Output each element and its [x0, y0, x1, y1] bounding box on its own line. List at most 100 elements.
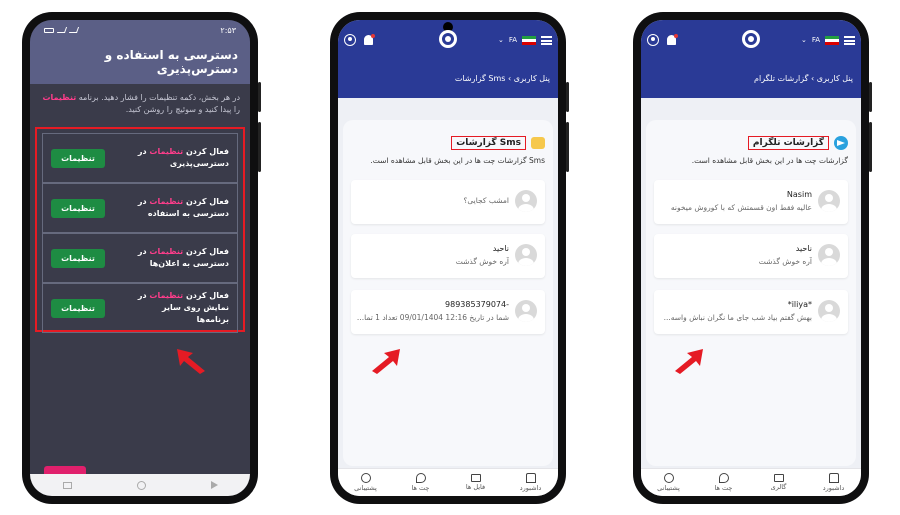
message-preview: بهش گفتم بیاد شب جای ما نگران نباش واسه.…: [663, 313, 812, 322]
volume-button: [566, 82, 569, 112]
folder-icon: [773, 474, 784, 482]
help-icon: [663, 473, 674, 483]
permission-row-usage: تنظیمات فعال کردن تنظیمات در دسترسی به ا…: [42, 183, 238, 233]
status-time: ۲:۵۳: [220, 25, 236, 35]
home-icon[interactable]: [136, 480, 146, 490]
permissions-screen: ۲:۵۳ دسترسی به استفاده و دسترس‌پذیری در …: [30, 20, 250, 496]
card-description: گزارشات چت ها در این بخش قابل مشاهده است…: [691, 156, 848, 165]
user-icon[interactable]: [647, 34, 659, 46]
volume-button: [869, 82, 872, 112]
list-item[interactable]: امشب کجایی؟: [351, 180, 545, 224]
nav-dashboard[interactable]: داشبورد: [811, 473, 857, 492]
chat-icon: [531, 137, 545, 149]
language-label[interactable]: FA: [509, 36, 517, 44]
avatar: [818, 300, 840, 322]
nav-support[interactable]: پشتیبانی: [646, 473, 692, 492]
avatar: [515, 190, 537, 212]
power-button: [869, 122, 872, 172]
avatar: [818, 244, 840, 266]
recents-icon[interactable]: [62, 481, 72, 489]
phone-sms-reports: ⌄ FA پنل کاربری › Sms گزارشات Sms گزارشا…: [330, 12, 569, 504]
help-icon: [360, 473, 371, 483]
sms-reports-screen: ⌄ FA پنل کاربری › Sms گزارشات Sms گزارشا…: [338, 20, 558, 496]
settings-button[interactable]: تنظیمات: [51, 148, 105, 168]
nav-support[interactable]: پشتیبانی: [343, 473, 389, 492]
status-bar: ۲:۵۳: [30, 20, 250, 40]
app-header: ⌄ FA پنل کاربری › گزارشات تلگرام: [641, 20, 861, 98]
message-preview: آره خوش گذشت: [758, 257, 812, 266]
app-header: ⌄ FA پنل کاربری › Sms گزارشات: [338, 20, 558, 98]
message-preview: امشب کجایی؟: [463, 196, 509, 205]
instructions-text-end: را پیدا کنید و سوئیچ را روشن کنید.: [125, 105, 240, 114]
page-header: دسترسی به استفاده و دسترس‌پذیری: [30, 40, 250, 84]
chevron-down-icon[interactable]: ⌄: [498, 36, 504, 44]
phone-telegram-reports: ⌄ FA پنل کاربری › گزارشات تلگرام گزارشات…: [633, 12, 872, 504]
list-item[interactable]: ناحید آره خوش گذشت: [654, 234, 848, 278]
list-item[interactable]: Nasim عالیه فقط اون قسمتش که با کوروش می…: [654, 180, 848, 224]
pointer-arrow-icon: [177, 349, 205, 374]
permission-label: فعال کردن تنظیمات در دسترسی به استفاده: [137, 197, 229, 218]
iran-flag-icon[interactable]: [522, 35, 536, 45]
user-icon[interactable]: [344, 34, 356, 46]
iran-flag-icon[interactable]: [825, 35, 839, 45]
volume-button: [258, 82, 261, 112]
language-label[interactable]: FA: [812, 36, 820, 44]
avatar: [515, 300, 537, 322]
settings-button[interactable]: تنظیمات: [51, 198, 105, 218]
list-item[interactable]: ناحید آره خوش گذشت: [351, 234, 545, 278]
permission-label: فعال کردن تنظیمات در دسترسی به اعلان‌ها: [137, 247, 229, 268]
permission-label: فعال کردن تنظیمات در دسترسی‌پذیری: [137, 147, 229, 168]
wifi-icon: [68, 27, 80, 33]
instructions-text: در هر بخش، دکمه تنظیمات را فشار دهید. بر…: [78, 93, 240, 102]
pointer-arrow-icon: [675, 349, 703, 374]
pointer-arrow-icon: [372, 349, 400, 374]
permission-row-accessibility: تنظیمات فعال کردن تنظیمات در دسترسی‌پذیر…: [42, 133, 238, 183]
instructions-highlight: تنظیمات: [42, 93, 77, 102]
bottom-nav: پشتیبانی چت ها فایل ها داشبورد: [338, 468, 558, 496]
permission-row-notifications: تنظیمات فعال کردن تنظیمات در دسترسی به ا…: [42, 233, 238, 283]
settings-button[interactable]: تنظیمات: [51, 248, 105, 268]
contact-name: 989385379074-: [445, 300, 509, 309]
back-icon[interactable]: [210, 481, 218, 489]
nav-dashboard[interactable]: داشبورد: [508, 473, 554, 492]
breadcrumb[interactable]: پنل کاربری › Sms گزارشات: [338, 74, 558, 83]
message-preview: شما در تاریخ 12:16 09/01/1404 تعداد 1 تم…: [356, 313, 509, 322]
nav-files[interactable]: فایل ها: [453, 474, 499, 491]
avatar: [515, 244, 537, 266]
contact-name: ناحید: [795, 244, 812, 253]
settings-button[interactable]: تنظیمات: [51, 298, 105, 318]
nav-chats[interactable]: چت ها: [398, 473, 444, 492]
bell-icon[interactable]: [364, 34, 375, 45]
message-preview: آره خوش گذشت: [455, 257, 509, 266]
card-title: گزارشات تلگرام: [747, 136, 829, 150]
contact-name: ناحید: [492, 244, 509, 253]
card-title: Sms گزارشات: [451, 136, 526, 150]
avatar: [818, 190, 840, 212]
permission-label: فعال کردن تنظیمات در نمایش روی سایر برنا…: [137, 291, 229, 324]
signal-icon: [56, 27, 68, 33]
power-button: [566, 122, 569, 172]
chevron-down-icon[interactable]: ⌄: [801, 36, 807, 44]
menu-icon[interactable]: [541, 35, 552, 45]
list-item[interactable]: 989385379074- شما در تاریخ 12:16 09/01/1…: [351, 290, 545, 334]
power-button: [258, 122, 261, 172]
system-nav-bar: [30, 474, 250, 496]
card-description: Sms گزارشات چت ها در این بخش قابل مشاهده…: [370, 156, 545, 165]
nav-chats[interactable]: چت ها: [701, 473, 747, 492]
menu-icon[interactable]: [844, 35, 855, 45]
app-logo-icon: [742, 30, 760, 48]
permission-row-overlay: تنظیمات فعال کردن تنظیمات در نمایش روی س…: [42, 283, 238, 333]
chat-bubble-icon: [415, 473, 426, 483]
telegram-icon: [834, 136, 848, 150]
breadcrumb[interactable]: پنل کاربری › گزارشات تلگرام: [641, 74, 861, 83]
home-icon: [525, 473, 536, 483]
chat-bubble-icon: [718, 473, 729, 483]
telegram-reports-screen: ⌄ FA پنل کاربری › گزارشات تلگرام گزارشات…: [641, 20, 861, 496]
list-item[interactable]: *iliya* بهش گفتم بیاد شب جای ما نگران نب…: [654, 290, 848, 334]
page-title: دسترسی به استفاده و دسترس‌پذیری: [104, 48, 238, 76]
instructions: در هر بخش، دکمه تنظیمات را فشار دهید. بر…: [30, 84, 250, 124]
home-icon: [828, 473, 839, 483]
sms-reports-card: Sms گزارشات Sms گزارشات چت ها در این بخش…: [343, 120, 553, 466]
bell-icon[interactable]: [667, 34, 678, 45]
nav-gallery[interactable]: گالری: [756, 474, 802, 491]
